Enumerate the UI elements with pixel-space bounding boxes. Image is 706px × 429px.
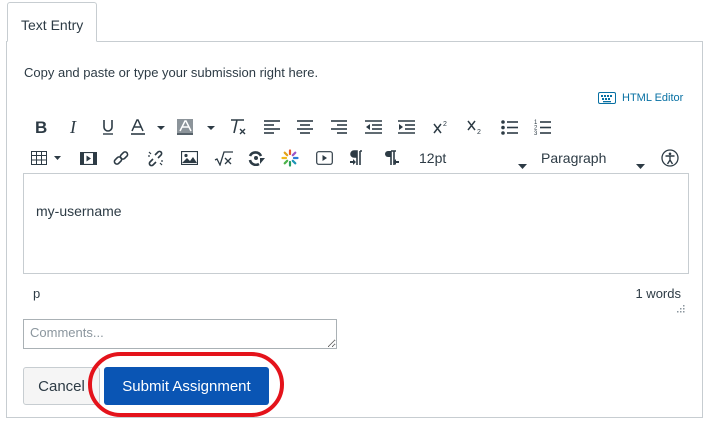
chevron-down-icon — [636, 156, 645, 172]
equation-icon[interactable] — [211, 144, 235, 172]
font-size-select[interactable]: 12pt — [419, 144, 527, 172]
indent-icon[interactable] — [395, 113, 417, 141]
svg-text:2: 2 — [443, 121, 447, 128]
table-icon[interactable] — [31, 144, 63, 172]
image-icon[interactable] — [178, 144, 200, 172]
block-format-select[interactable]: Paragraph — [541, 144, 645, 172]
font-size-value: 12pt — [419, 150, 447, 166]
text-color-icon[interactable] — [130, 113, 166, 141]
word-count: 1 words — [635, 286, 681, 301]
tab-label: Text Entry — [21, 17, 84, 33]
svg-text:2: 2 — [477, 129, 481, 135]
align-center-icon[interactable] — [294, 113, 316, 141]
rtl-icon[interactable] — [380, 144, 402, 172]
embed-media-icon[interactable] — [313, 144, 335, 172]
block-format-value: Paragraph — [541, 150, 607, 166]
editor-content: my-username — [36, 203, 122, 219]
chevron-down-icon — [518, 156, 527, 172]
keyboard-icon — [598, 92, 616, 104]
bold-icon[interactable]: B — [30, 113, 52, 141]
link-icon[interactable] — [110, 144, 132, 172]
comments-field[interactable] — [23, 319, 337, 349]
tab-text-entry[interactable]: Text Entry — [7, 2, 97, 42]
media-icon[interactable] — [77, 144, 99, 172]
cancel-button[interactable]: Cancel — [23, 367, 100, 405]
underline-icon[interactable] — [97, 113, 119, 141]
align-right-icon[interactable] — [328, 113, 350, 141]
resize-handle-icon[interactable] — [677, 300, 685, 318]
instructions-text: Copy and paste or type your submission r… — [24, 65, 319, 80]
background-color-icon[interactable] — [176, 113, 216, 141]
ltr-icon[interactable] — [346, 144, 368, 172]
superscript-icon[interactable]: 2 — [430, 113, 452, 141]
submit-assignment-button[interactable]: Submit Assignment — [104, 367, 269, 405]
outdent-icon[interactable] — [362, 113, 384, 141]
numbered-list-icon[interactable]: 123 — [531, 113, 553, 141]
svg-text:B: B — [35, 119, 47, 135]
svg-text:3: 3 — [534, 131, 538, 135]
unlink-icon[interactable] — [144, 144, 166, 172]
subscript-icon[interactable]: 2 — [464, 113, 486, 141]
rich-text-editor[interactable]: my-username — [23, 173, 689, 274]
html-editor-link[interactable]: HTML Editor — [598, 92, 683, 104]
bullet-list-icon[interactable] — [498, 113, 520, 141]
html-editor-label: HTML Editor — [622, 92, 684, 104]
element-path: p — [33, 286, 41, 301]
apps-icon[interactable] — [279, 144, 301, 172]
lti-tool-icon[interactable] — [245, 144, 267, 172]
svg-text:I: I — [69, 119, 77, 135]
clear-formatting-icon[interactable] — [227, 113, 249, 141]
accessibility-icon[interactable] — [659, 144, 681, 172]
italic-icon[interactable]: I — [64, 113, 86, 141]
align-left-icon[interactable] — [261, 113, 283, 141]
